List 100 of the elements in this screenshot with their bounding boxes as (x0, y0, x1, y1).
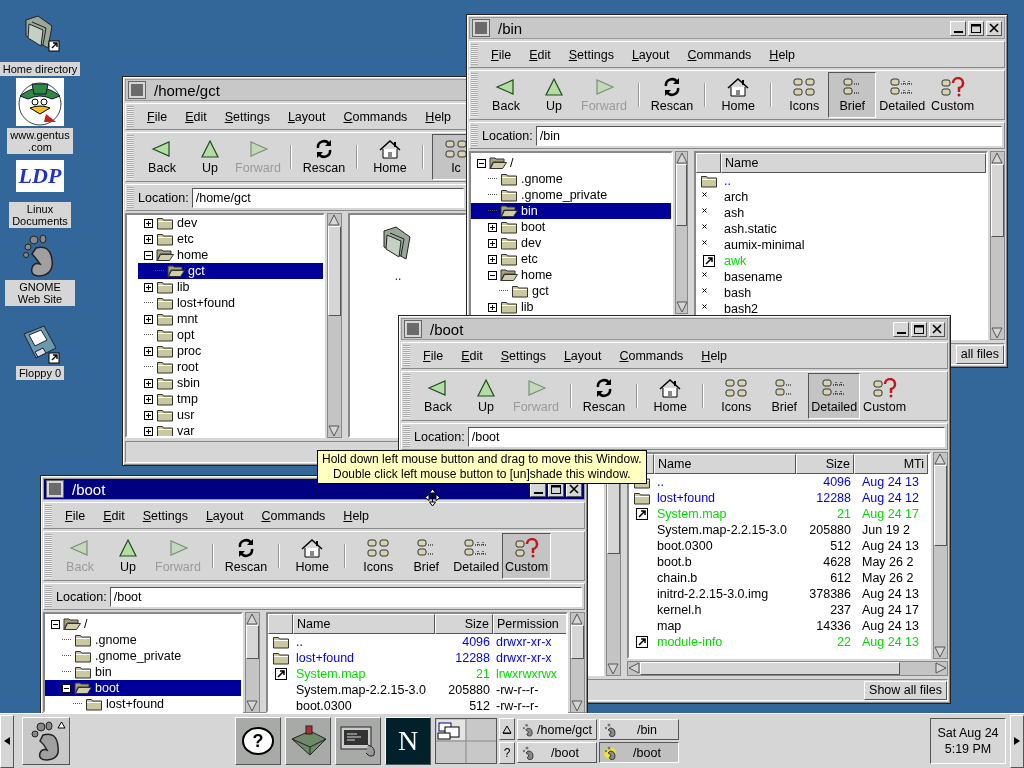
tree-item[interactable]: / (45, 616, 241, 632)
tree-item[interactable]: / (471, 155, 671, 171)
task-button[interactable]: /boot (599, 742, 679, 763)
scrollbar[interactable] (990, 151, 1005, 340)
tree-item[interactable]: bin (471, 203, 671, 219)
plus-box-icon[interactable] (144, 378, 153, 388)
toolbar-button[interactable]: Brief (760, 373, 809, 419)
minus-box-icon[interactable] (51, 619, 60, 629)
toolbar-button[interactable]: Custom (502, 533, 552, 579)
menu-item[interactable]: Help (692, 346, 737, 365)
plus-box-icon[interactable] (144, 426, 153, 436)
tree-item[interactable]: lib (471, 299, 671, 315)
tree-item[interactable]: boot (471, 219, 671, 235)
menu-item[interactable]: Edit (176, 107, 216, 126)
tree-item[interactable]: gct (471, 283, 671, 299)
main-menu-button[interactable] (22, 717, 70, 765)
minus-box-icon[interactable] (62, 683, 71, 693)
location-field[interactable]: /boot (467, 426, 945, 447)
toolbar-button[interactable]: Brief (402, 533, 451, 579)
toolbar-button[interactable]: Icons (780, 72, 829, 118)
icon-label[interactable]: GNOME Web Site (5, 280, 75, 306)
menu-item[interactable]: Settings (133, 506, 197, 525)
maximize-button[interactable] (911, 321, 927, 337)
pager-button[interactable] (499, 718, 515, 740)
title-bar[interactable]: /home/gct (125, 79, 467, 101)
task-button[interactable]: /home/gct (517, 719, 597, 740)
column-header[interactable]: Name (721, 153, 986, 173)
menu-item[interactable]: Layout (196, 506, 253, 525)
tree-item[interactable]: root (138, 359, 323, 375)
scrollbar[interactable] (570, 612, 585, 713)
tree-item[interactable]: bin (45, 664, 241, 680)
help-bubble-icon[interactable]: ? (242, 727, 274, 755)
panel-hide-button[interactable] (1010, 714, 1024, 768)
tree-item[interactable]: .gnome_private (471, 187, 671, 203)
scrollbar[interactable] (245, 612, 260, 713)
title-bar[interactable]: /boot (401, 318, 948, 340)
column-header[interactable]: Size (796, 454, 854, 474)
plus-box-icon[interactable] (144, 234, 153, 244)
toolbar-button[interactable]: Brief (828, 72, 877, 118)
toolbar-handle[interactable] (471, 44, 478, 65)
tree-item[interactable]: lost+found (138, 295, 323, 311)
column-header[interactable]: Size (435, 614, 493, 634)
toolbar-button[interactable]: Icons (354, 533, 403, 579)
menu-item[interactable]: Settings (559, 45, 623, 64)
scrollbar[interactable] (933, 452, 948, 659)
tree-item[interactable]: home (471, 267, 671, 283)
minus-box-icon[interactable] (144, 250, 153, 260)
tree-item[interactable]: usr (138, 407, 323, 423)
minimize-button[interactable] (893, 321, 909, 337)
plus-box-icon[interactable] (488, 238, 497, 248)
menu-item[interactable]: Commands (334, 107, 417, 126)
toolbar-button[interactable]: Up (104, 533, 152, 579)
column-header[interactable] (696, 153, 721, 173)
minus-box-icon[interactable] (477, 158, 486, 168)
tree-item[interactable]: .gnome (471, 171, 671, 187)
menu-item[interactable]: File (138, 107, 177, 126)
toolbar-button[interactable]: Icons (712, 373, 761, 419)
toolbar-handle[interactable] (403, 345, 410, 366)
toolbar-handle[interactable] (45, 534, 52, 578)
plus-box-icon[interactable] (144, 282, 153, 292)
browser-logo[interactable]: N (397, 725, 419, 757)
plus-box-icon[interactable] (144, 410, 153, 420)
tree-item[interactable]: gct (138, 263, 323, 279)
toolbar-button[interactable]: Back (414, 373, 462, 419)
task-button[interactable]: /bin (599, 719, 679, 740)
panel-hide-button[interactable] (0, 714, 14, 768)
icon-label[interactable]: Floppy 0 (15, 366, 65, 380)
minimize-button[interactable] (950, 20, 966, 36)
plus-box-icon[interactable] (488, 254, 497, 264)
window-menu-icon[interactable] (404, 320, 422, 338)
toolbar-handle[interactable] (127, 106, 134, 127)
tree-item[interactable]: boot (45, 680, 241, 696)
tree-item[interactable]: mnt (138, 311, 323, 327)
menu-item[interactable]: Help (760, 45, 805, 64)
toolbar-handle[interactable] (127, 135, 134, 179)
file-name[interactable]: .. (394, 269, 402, 283)
toolbar-button[interactable]: Up (462, 373, 510, 419)
column-header[interactable]: Permission (493, 614, 566, 634)
title-bar[interactable]: /bin (469, 17, 1005, 39)
toolbar-button[interactable]: Home (646, 373, 695, 419)
window-menu-icon[interactable] (46, 480, 64, 498)
tree-item[interactable]: lib (138, 279, 323, 295)
tree-item[interactable]: proc (138, 343, 323, 359)
menu-item[interactable]: Commands (252, 506, 335, 525)
tree-item[interactable]: .gnome_private (45, 648, 241, 664)
menu-item[interactable]: Commands (678, 45, 761, 64)
minus-box-icon[interactable] (488, 270, 497, 280)
location-field[interactable]: /bin (535, 125, 1002, 146)
location-field[interactable]: /boot (109, 586, 582, 607)
menu-item[interactable]: Help (416, 107, 461, 126)
close-button[interactable] (929, 321, 945, 337)
toolbar-button[interactable]: Rescan (579, 373, 629, 419)
toolbar-handle[interactable] (403, 426, 410, 447)
menu-item[interactable]: File (414, 346, 453, 365)
menu-item[interactable]: Help (334, 506, 379, 525)
menu-item[interactable]: File (56, 506, 95, 525)
menu-item[interactable]: Commands (610, 346, 693, 365)
column-header[interactable]: MTi (854, 454, 928, 474)
window-menu-icon[interactable] (128, 81, 146, 99)
menu-item[interactable]: File (482, 45, 521, 64)
